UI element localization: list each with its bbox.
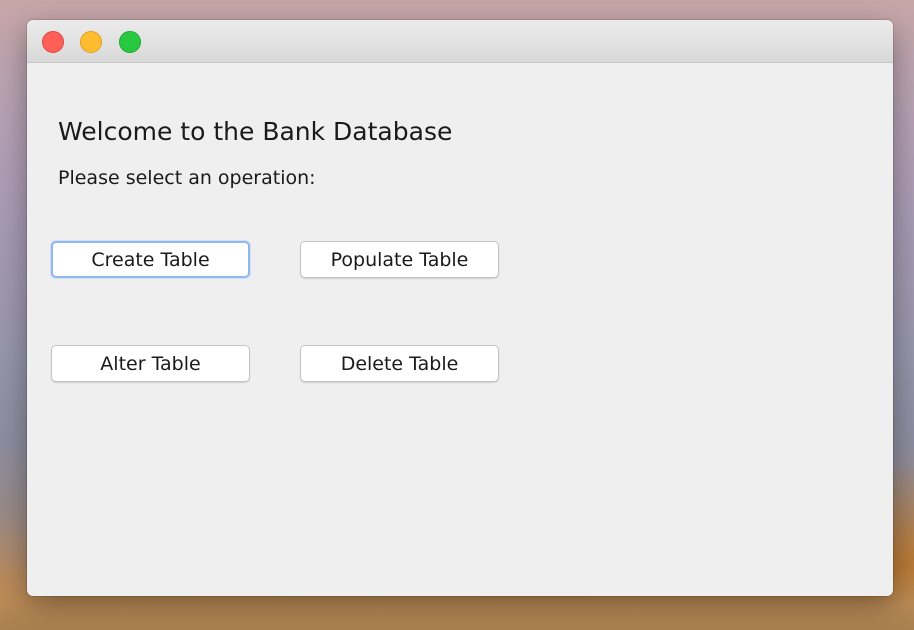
app-window: Welcome to the Bank Database Please sele… xyxy=(27,20,893,596)
populate-table-button[interactable]: Populate Table xyxy=(300,241,499,278)
welcome-heading: Welcome to the Bank Database xyxy=(58,117,453,146)
operation-prompt: Please select an operation: xyxy=(58,167,316,189)
title-bar[interactable] xyxy=(27,20,893,63)
close-window-button[interactable] xyxy=(42,31,64,53)
create-table-button[interactable]: Create Table xyxy=(51,241,250,278)
minimize-window-button[interactable] xyxy=(80,31,102,53)
delete-table-button[interactable]: Delete Table xyxy=(300,345,499,382)
alter-table-button[interactable]: Alter Table xyxy=(51,345,250,382)
maximize-window-button[interactable] xyxy=(119,31,141,53)
